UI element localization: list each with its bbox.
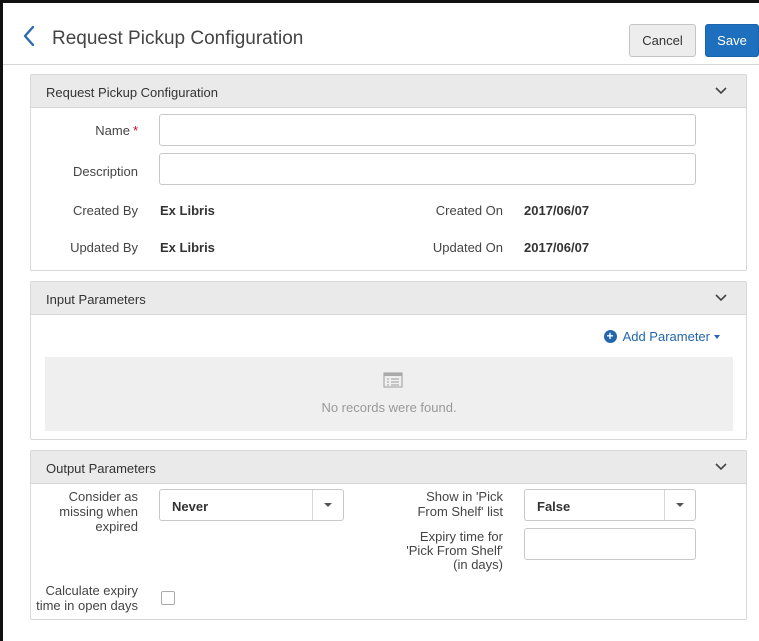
cancel-button[interactable]: Cancel [629, 24, 696, 57]
show-pick-from-shelf-select[interactable]: False [524, 489, 696, 521]
chevron-down-icon[interactable] [714, 462, 728, 472]
output-parameters-header[interactable]: Output Parameters [31, 451, 746, 484]
plus-circle-icon: + [603, 330, 617, 343]
description-input[interactable] [159, 153, 696, 185]
list-icon [383, 372, 403, 388]
general-section-header[interactable]: Request Pickup Configuration [31, 75, 746, 108]
chevron-down-icon[interactable] [714, 86, 728, 96]
created-by-value: Ex Libris [160, 203, 215, 218]
select-divider [664, 490, 665, 520]
required-marker: * [132, 123, 138, 138]
calculate-expiry-label: Calculate expiry time in open days [36, 583, 138, 613]
description-label: Description [72, 164, 138, 179]
back-chevron-icon[interactable] [21, 25, 37, 47]
calculate-expiry-checkbox[interactable] [161, 591, 175, 605]
updated-by-value: Ex Libris [160, 240, 215, 255]
caret-down-icon [324, 503, 332, 507]
consider-missing-label: Consider as missing when expired [59, 489, 138, 534]
select-divider [312, 490, 313, 520]
add-parameter-label: Add Parameter [622, 329, 710, 344]
empty-message: No records were found. [321, 400, 457, 415]
section-title: Input Parameters [46, 292, 146, 307]
section-title: Request Pickup Configuration [46, 85, 218, 100]
add-parameter-button[interactable]: + Add Parameter [603, 329, 720, 344]
selected-value: False [537, 499, 571, 514]
expiry-time-input[interactable] [524, 528, 696, 560]
show-pick-from-shelf-label: Show in 'Pick From Shelf' list [417, 489, 503, 519]
output-parameters-section: Output Parameters Consider as missing wh… [30, 450, 747, 620]
section-title: Output Parameters [46, 461, 156, 476]
page-title: Request Pickup Configuration [52, 28, 304, 49]
name-label: Name * [95, 123, 138, 138]
caret-down-icon [714, 334, 720, 339]
updated-on-value: 2017/06/07 [524, 240, 590, 255]
general-section: Request Pickup Configuration Name * Descr… [30, 74, 747, 271]
empty-records-panel: No records were found. [45, 357, 733, 431]
page-header: Request Pickup Configuration Cancel Save [3, 3, 759, 65]
updated-on-label: Updated On [432, 240, 503, 255]
input-parameters-header[interactable]: Input Parameters [31, 282, 746, 315]
selected-value: Never [172, 499, 209, 514]
created-by-label: Created By [72, 203, 138, 218]
caret-down-icon [676, 503, 684, 507]
name-input[interactable] [159, 114, 696, 146]
created-on-value: 2017/06/07 [524, 203, 590, 218]
input-parameters-section: Input Parameters + Add Parameter No reco… [30, 281, 747, 440]
updated-by-label: Updated By [70, 240, 138, 255]
expiry-time-label: Expiry time for 'Pick From Shelf' (in da… [406, 529, 503, 572]
created-on-label: Created On [435, 203, 503, 218]
chevron-down-icon[interactable] [714, 293, 728, 303]
save-button[interactable]: Save [705, 24, 759, 57]
consider-missing-select[interactable]: Never [159, 489, 344, 521]
